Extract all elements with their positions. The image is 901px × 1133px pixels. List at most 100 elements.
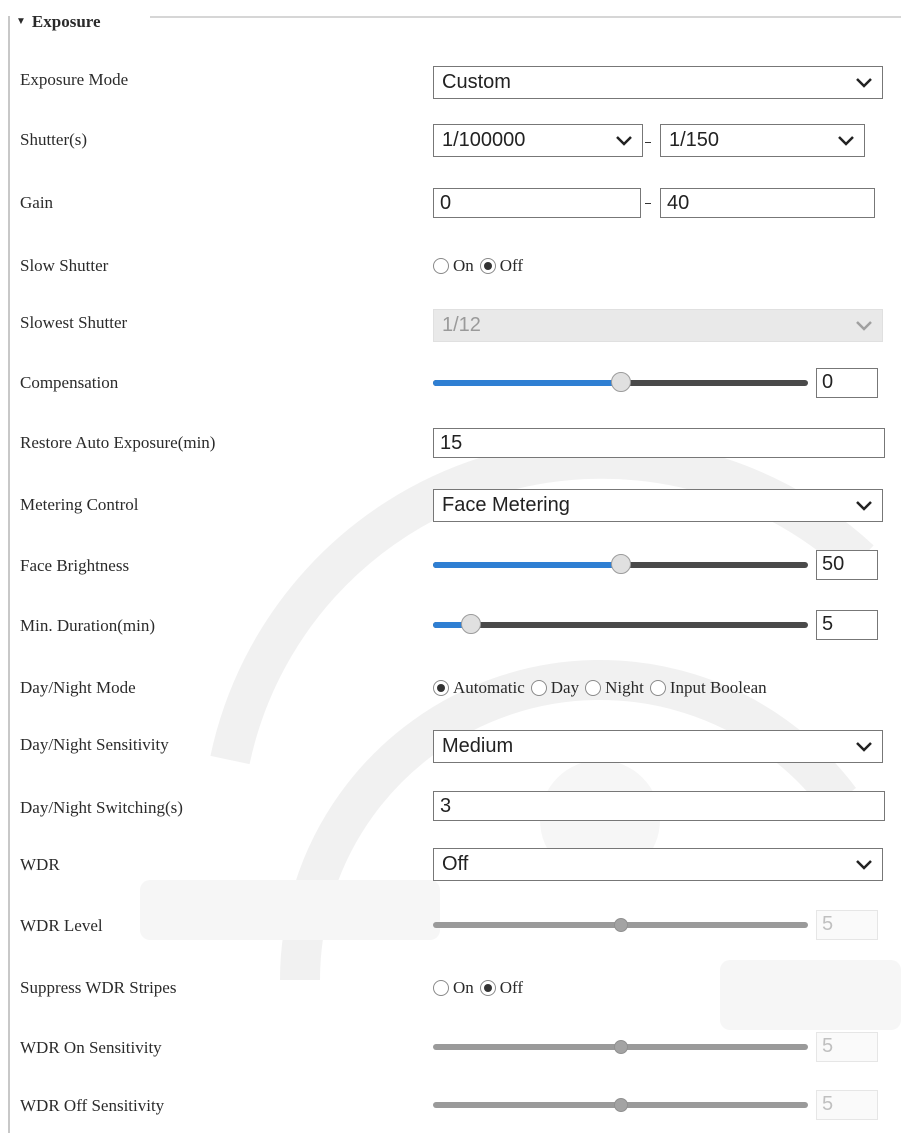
wdr-level-slider: [433, 910, 808, 940]
radio-button[interactable]: [433, 980, 449, 996]
row-min-duration: Min. Duration(min) 5: [0, 608, 901, 648]
face-brightness-label: Face Brightness: [20, 556, 130, 575]
chevron-down-icon: [856, 859, 872, 870]
radio-label: On: [453, 978, 474, 997]
compensation-slider[interactable]: [433, 368, 808, 398]
day-night-night-option[interactable]: Night: [585, 678, 644, 698]
wdr-off-sensitivity-slider: [433, 1090, 808, 1120]
slow-shutter-off-option[interactable]: Off: [479, 256, 524, 276]
radio-button-selected[interactable]: [433, 680, 449, 696]
chevron-down-icon: [616, 135, 632, 146]
exposure-mode-value: Custom: [442, 71, 511, 93]
metering-control-label: Metering Control: [20, 495, 139, 514]
slow-shutter-label: Slow Shutter: [20, 256, 109, 275]
wdr-select[interactable]: Off: [433, 848, 883, 881]
row-day-night-switching: Day/Night Switching(s) 3: [0, 790, 901, 830]
radio-button[interactable]: [433, 258, 449, 274]
suppress-wdr-stripes-on-option[interactable]: On: [433, 978, 474, 998]
wdr-value: Off: [442, 853, 469, 875]
row-wdr-level: WDR Level 5: [0, 908, 901, 948]
metering-control-value: Face Metering: [442, 494, 570, 516]
chevron-down-icon: [856, 500, 872, 511]
day-night-sensitivity-select[interactable]: Medium: [433, 730, 883, 763]
face-brightness-value-input[interactable]: 50: [816, 550, 878, 580]
slowest-shutter-value: 1/12: [442, 314, 481, 336]
metering-control-select[interactable]: Face Metering: [433, 489, 883, 522]
day-night-switching-label: Day/Night Switching(s): [20, 798, 183, 817]
min-duration-slider[interactable]: [433, 610, 808, 640]
range-separator: [645, 142, 651, 143]
gain-min-input[interactable]: 0: [433, 188, 641, 218]
radio-label: Day: [550, 678, 580, 697]
row-slow-shutter: Slow Shutter On Off: [0, 248, 901, 288]
radio-button[interactable]: [585, 680, 602, 696]
radio-label: Input Boolean: [669, 678, 767, 697]
slowest-shutter-select: 1/12: [433, 309, 883, 342]
day-night-switching-input[interactable]: 3: [433, 791, 885, 821]
min-duration-value-input[interactable]: 5: [816, 610, 878, 640]
row-wdr-off-sensitivity: WDR Off Sensitivity 5: [0, 1088, 901, 1128]
radio-button[interactable]: [530, 680, 547, 696]
radio-label: Off: [499, 256, 524, 275]
row-exposure-mode: Exposure Mode Custom: [0, 62, 901, 102]
slow-shutter-on-option[interactable]: On: [433, 256, 474, 276]
wdr-on-sensitivity-slider: [433, 1032, 808, 1062]
slider-handle: [614, 1040, 628, 1054]
exposure-mode-select[interactable]: Custom: [433, 66, 883, 99]
slider-handle[interactable]: [611, 554, 631, 574]
fieldset-border-top: [150, 16, 901, 18]
row-day-night-sensitivity: Day/Night Sensitivity Medium: [0, 727, 901, 767]
day-night-input-boolean-option[interactable]: Input Boolean: [649, 678, 767, 698]
compensation-label: Compensation: [20, 373, 119, 392]
row-suppress-wdr-stripes: Suppress WDR Stripes On Off: [0, 970, 901, 1010]
radio-label: Night: [605, 678, 644, 697]
wdr-off-sensitivity-label: WDR Off Sensitivity: [20, 1096, 165, 1115]
slider-track: [433, 622, 808, 628]
restore-auto-exposure-label: Restore Auto Exposure(min): [20, 433, 216, 452]
face-brightness-slider[interactable]: [433, 550, 808, 580]
row-day-night-mode: Day/Night Mode Automatic Day Night Input…: [0, 670, 901, 710]
radio-button-selected[interactable]: [479, 980, 496, 996]
chevron-down-icon: [856, 320, 872, 331]
row-shutter: Shutter(s) 1/100000 1/150: [0, 122, 901, 162]
row-slowest-shutter: Slowest Shutter 1/12: [0, 305, 901, 345]
slow-shutter-radio-group: On Off: [433, 256, 529, 276]
wdr-label: WDR: [20, 855, 60, 874]
range-separator: [645, 203, 651, 204]
row-compensation: Compensation 0: [0, 365, 901, 405]
day-night-day-option[interactable]: Day: [530, 678, 580, 698]
wdr-off-sensitivity-value-input: 5: [816, 1090, 878, 1120]
chevron-down-icon: [838, 135, 854, 146]
slider-handle: [614, 918, 628, 932]
shutter-label: Shutter(s): [20, 130, 88, 149]
day-night-mode-label: Day/Night Mode: [20, 678, 136, 697]
compensation-value-input[interactable]: 0: [816, 368, 878, 398]
section-header[interactable]: ▼ Exposure: [16, 12, 107, 32]
wdr-on-sensitivity-label: WDR On Sensitivity: [20, 1038, 162, 1057]
row-wdr: WDR Off: [0, 847, 901, 887]
radio-label: Automatic: [453, 678, 525, 697]
radio-button-selected[interactable]: [479, 258, 496, 274]
radio-button[interactable]: [649, 680, 666, 696]
row-wdr-on-sensitivity: WDR On Sensitivity 5: [0, 1030, 901, 1070]
caret-down-icon[interactable]: ▼: [16, 17, 26, 27]
slider-fill: [433, 562, 621, 568]
chevron-down-icon: [856, 77, 872, 88]
chevron-down-icon: [856, 741, 872, 752]
day-night-automatic-option[interactable]: Automatic: [433, 678, 525, 698]
shutter-min-select[interactable]: 1/100000: [433, 124, 643, 157]
slider-handle[interactable]: [611, 372, 631, 392]
shutter-max-select[interactable]: 1/150: [660, 124, 865, 157]
suppress-wdr-stripes-off-option[interactable]: Off: [479, 978, 523, 998]
wdr-level-label: WDR Level: [20, 916, 103, 935]
gain-max-input[interactable]: 40: [660, 188, 875, 218]
section-title: Exposure: [31, 12, 101, 31]
suppress-wdr-stripes-radio-group: On Off: [433, 978, 529, 998]
radio-label: On: [453, 256, 474, 275]
slowest-shutter-label: Slowest Shutter: [20, 313, 128, 332]
exposure-mode-label: Exposure Mode: [20, 70, 129, 89]
wdr-level-value-input: 5: [816, 910, 878, 940]
row-restore-auto-exposure: Restore Auto Exposure(min) 15: [0, 425, 901, 465]
slider-handle[interactable]: [461, 614, 481, 634]
restore-auto-exposure-input[interactable]: 15: [433, 428, 885, 458]
